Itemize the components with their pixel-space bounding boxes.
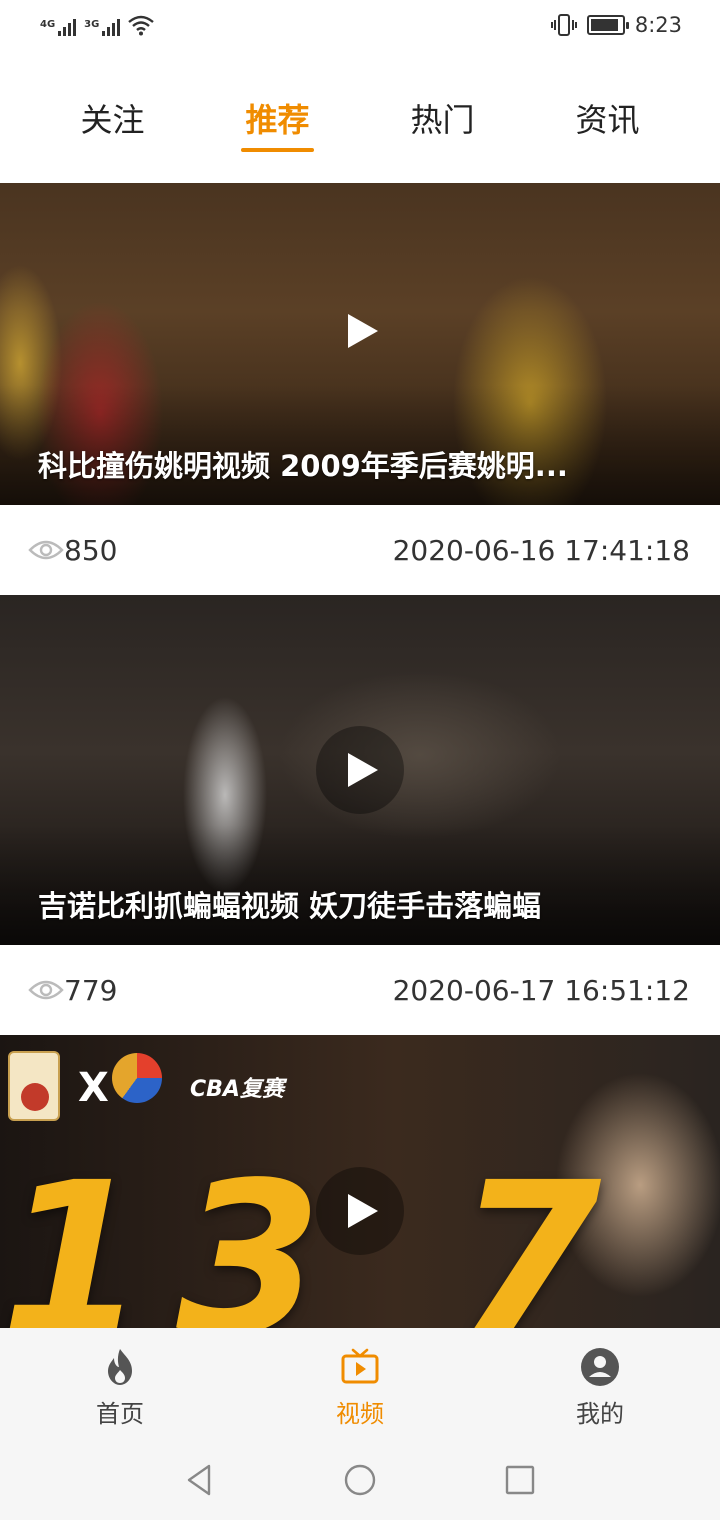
home-button[interactable] xyxy=(340,1460,380,1500)
eye-icon xyxy=(28,540,64,560)
video-meta: 779 2020-06-17 16:51:12 xyxy=(0,945,720,1035)
eye-icon xyxy=(28,980,64,1000)
status-icons-right: 8:23 xyxy=(550,12,682,38)
back-triangle-icon xyxy=(187,1464,211,1496)
vibrate-icon xyxy=(550,14,577,36)
fire-icon xyxy=(108,1349,132,1385)
play-icon[interactable] xyxy=(316,287,404,375)
versus-mark: X xyxy=(78,1065,109,1111)
nav-label: 首页 xyxy=(96,1400,144,1428)
view-count-value: 779 xyxy=(64,973,118,1007)
video-card-thumbnail[interactable]: 吉诺比利抓蝙蝠视频 妖刀徒手击落蝙蝠 xyxy=(0,595,720,945)
cellular-signal-icon-2: 3G xyxy=(84,19,121,36)
wifi-icon xyxy=(128,15,155,36)
system-nav-bar xyxy=(0,1440,720,1520)
network-type-label-2: 3G xyxy=(84,19,100,30)
tv-icon xyxy=(341,1348,379,1384)
view-count: 850 xyxy=(28,534,117,567)
cba-logo xyxy=(112,1053,162,1103)
tab-follow[interactable]: 关注 xyxy=(76,92,148,152)
back-button[interactable] xyxy=(180,1460,220,1500)
nav-label: 我的 xyxy=(576,1400,624,1428)
view-count: 779 xyxy=(28,974,117,1007)
view-count-value: 850 xyxy=(64,533,118,567)
nav-label: 视频 xyxy=(336,1400,384,1428)
status-icons-left: 4G 3G xyxy=(40,14,155,36)
nav-profile[interactable]: 我的 xyxy=(480,1328,720,1440)
clock: 8:23 xyxy=(634,13,682,37)
recents-square-icon xyxy=(505,1465,535,1495)
video-card-thumbnail[interactable]: 科比撞伤姚明视频 2009年季后赛姚明... xyxy=(0,183,720,505)
publish-date: 2020-06-17 16:51:12 xyxy=(392,973,690,1007)
play-icon[interactable] xyxy=(316,1167,404,1255)
tab-hot[interactable]: 热门 xyxy=(406,92,478,152)
category-tabs: 关注 推荐 热门 资讯 xyxy=(0,92,720,162)
nav-video[interactable]: 视频 xyxy=(240,1328,480,1440)
nav-home[interactable]: 首页 xyxy=(0,1328,240,1440)
video-title: 科比撞伤姚明视频 2009年季后赛姚明... xyxy=(38,449,568,483)
team-china-logo xyxy=(8,1051,60,1121)
battery-icon xyxy=(586,15,629,35)
status-bar: 4G 3G 8:23 xyxy=(0,0,720,56)
user-icon xyxy=(581,1348,619,1386)
video-meta: 850 2020-06-16 17:41:18 xyxy=(0,505,720,595)
home-circle-icon xyxy=(344,1464,376,1496)
publish-date: 2020-06-16 17:41:18 xyxy=(392,533,690,567)
tab-news[interactable]: 资讯 xyxy=(571,92,643,152)
network-type-label: 4G xyxy=(40,19,56,30)
league-label: CBA复赛 xyxy=(190,1077,284,1102)
video-title: 吉诺比利抓蝙蝠视频 妖刀徒手击落蝙蝠 xyxy=(38,889,542,923)
video-card-thumbnail[interactable]: X CBA复赛 13 7 6 xyxy=(0,1035,720,1328)
play-icon[interactable] xyxy=(316,726,404,814)
recents-button[interactable] xyxy=(500,1460,540,1500)
tab-recommend[interactable]: 推荐 xyxy=(241,92,314,152)
bottom-nav: 首页 视频 我的 xyxy=(0,1328,720,1440)
cellular-signal-icon: 4G xyxy=(40,19,77,36)
